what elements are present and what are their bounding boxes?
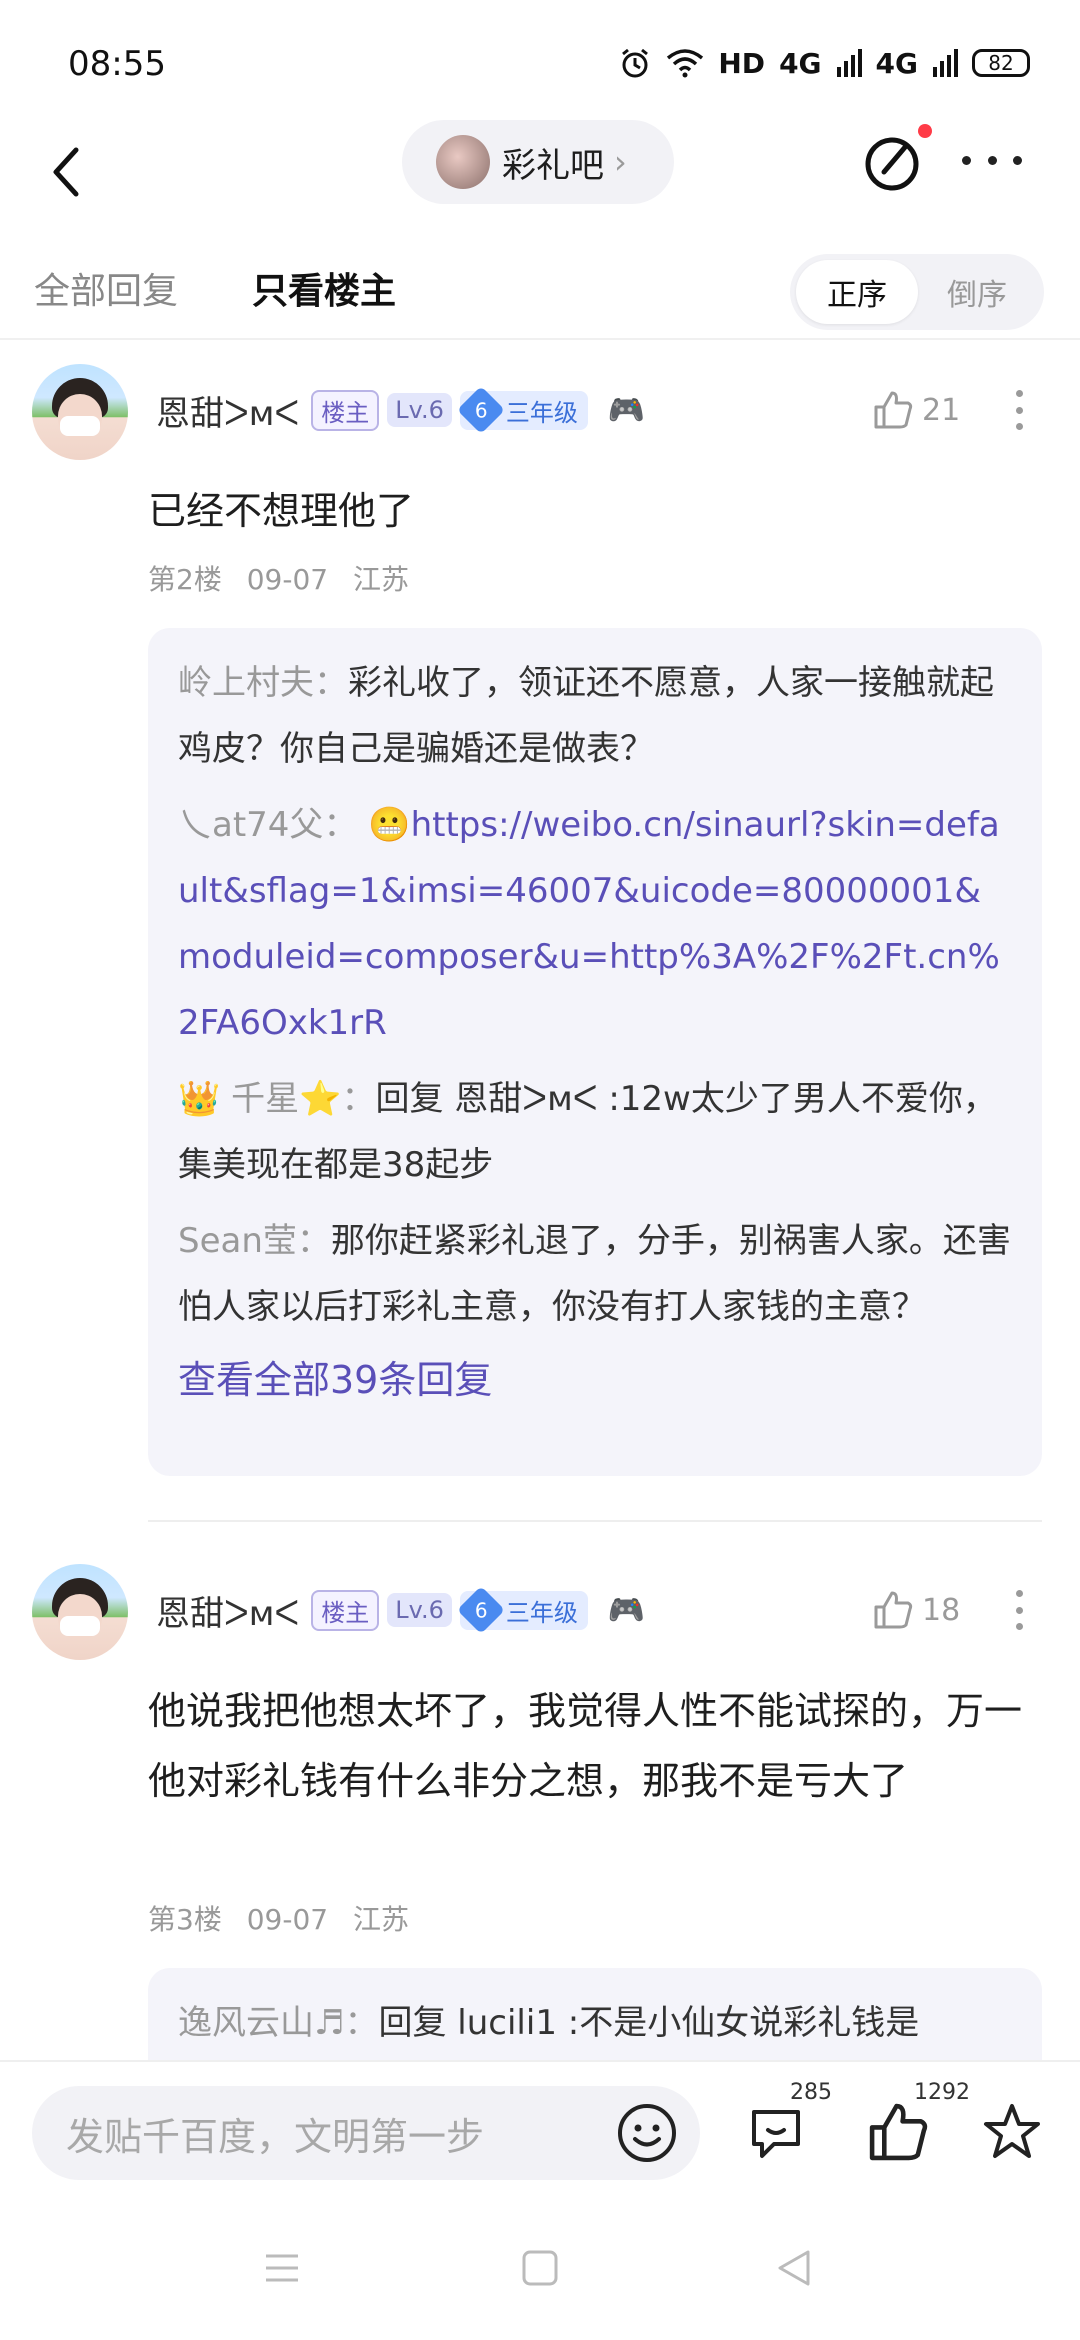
emoji-icon[interactable] (616, 2102, 678, 2164)
grade-badge: 6 三年级 (456, 385, 588, 435)
grade-number: 6 (474, 1597, 488, 1622)
reply-item[interactable]: Sean莹：那你赶紧彩礼退了，分手，别祸害人家。还害怕人家以后打彩礼主意，你没有… (178, 1208, 1012, 1340)
reply-author[interactable]: 👑 千星⭐ (178, 1079, 341, 1119)
level-badge: Lv.6 (387, 1593, 452, 1627)
post-date: 09-07 (246, 1903, 329, 1936)
tab-bar: 全部回复 只看楼主 正序 倒序 (0, 240, 1080, 340)
thumbs-up-icon (874, 391, 913, 429)
alarm-icon (622, 48, 649, 78)
like-count: 18 (922, 1592, 961, 1628)
gamepad-icon: 🎮 (607, 392, 646, 428)
post-location: 江苏 (353, 563, 410, 596)
forum-pill[interactable]: 彩礼吧 › (402, 120, 674, 204)
reply-author[interactable]: 逸风云山♬ (178, 2003, 344, 2043)
floor-number: 第3楼 (148, 1903, 222, 1936)
compose-input[interactable]: 发贴千百度，文明第一步 (32, 2086, 700, 2180)
home-icon[interactable] (520, 2248, 560, 2288)
tab-op-only[interactable]: 只看楼主 (252, 262, 396, 314)
sort-toggle: 正序 倒序 (790, 254, 1044, 330)
signal-bars-icon (836, 49, 862, 77)
post-date: 09-07 (246, 563, 329, 596)
signal-4g-2: 4G (875, 46, 918, 80)
reply-box: 岭上村夫：彩礼收了，领证还不愿意，人家一接触就起鸡皮？你自己是骗婚还是做表？ 乀… (148, 628, 1042, 1476)
signal-4g-1: 4G (779, 46, 822, 80)
post-more-icon[interactable] (1014, 390, 1024, 430)
status-icons: HD 4G 4G 82 (618, 46, 1030, 80)
reply-author[interactable]: Sean莹 (178, 1221, 297, 1261)
back-nav-icon[interactable] (774, 2248, 814, 2288)
post-location: 江苏 (353, 1903, 410, 1936)
grade-badge: 6 三年级 (456, 1585, 588, 1635)
post-meta: 第2楼 09-07 江苏 (148, 558, 425, 598)
username[interactable]: 恩甜ᐳᴍᐸ (156, 1586, 299, 1635)
status-time: 08:55 (68, 44, 166, 84)
grade-number: 6 (474, 397, 488, 422)
grade-label: 三年级 (505, 1598, 578, 1627)
forum-name: 彩礼吧 (502, 145, 604, 186)
like-button[interactable]: 21 (872, 380, 960, 440)
more-menu-icon[interactable] (962, 148, 1022, 172)
top-nav: 彩礼吧 › (0, 120, 1080, 240)
reply-emoji: 😬 (368, 805, 411, 845)
thread-like-count: 1292 (914, 2080, 970, 2105)
reply-text: 回复 lucili1 :不是小仙女说彩礼钱是 (378, 2003, 920, 2043)
sort-desc-button[interactable]: 倒序 (916, 260, 1038, 324)
chevron-right-icon: › (614, 143, 627, 181)
forum-avatar (436, 135, 490, 189)
reply-item[interactable]: 👑 千星⭐：回复 恩甜ᐳᴍᐸ :12w太少了男人不爱你，集美现在都是38起步 (178, 1066, 1012, 1198)
floor-number: 第2楼 (148, 563, 222, 596)
menu-icon[interactable] (262, 2248, 302, 2288)
like-thread-icon[interactable] (866, 2100, 930, 2164)
reply-author[interactable]: 乀at74父 (178, 805, 323, 845)
system-nav-bar (0, 2200, 1080, 2340)
grade-label: 三年级 (505, 398, 578, 427)
like-count: 21 (922, 392, 961, 428)
reply-item[interactable]: 岭上村夫：彩礼收了，领证还不愿意，人家一接触就起鸡皮？你自己是骗婚还是做表？ (178, 650, 1012, 782)
comment-icon[interactable] (744, 2100, 808, 2164)
back-arrow-icon[interactable] (40, 132, 100, 212)
level-badge: Lv.6 (387, 393, 452, 427)
avatar[interactable] (32, 364, 128, 460)
status-bar: 08:55 HD 4G 4G 82 (0, 0, 1080, 120)
post-more-icon[interactable] (1014, 1590, 1024, 1630)
thread-page: 08:55 HD 4G 4G 82 彩礼吧 › 全部回复 只看楼主 正序 倒序 (0, 0, 1080, 2340)
avatar[interactable] (32, 1564, 128, 1660)
username[interactable]: 恩甜ᐳᴍᐸ (156, 386, 299, 435)
view-all-replies-link[interactable]: 查看全部39条回复 (178, 1350, 1012, 1410)
sort-asc-button[interactable]: 正序 (796, 260, 918, 324)
op-badge: 楼主 (311, 1589, 380, 1631)
user-row: 恩甜ᐳᴍᐸ 楼主 Lv.6 6 三年级 🎮 (156, 1580, 645, 1640)
hd-label: HD (718, 46, 766, 80)
post-content: 已经不想理他了 (148, 489, 415, 533)
gamepad-icon: 🎮 (607, 1592, 646, 1628)
signal-bars-icon-2 (933, 49, 958, 77)
post-meta: 第3楼 09-07 江苏 (148, 1898, 425, 1938)
post-content: 他说我把他想太坏了，我觉得人性不能试探的，万一他对彩礼钱有什么非分之想，那我不是… (148, 1689, 1023, 1803)
battery-indicator: 82 (972, 49, 1030, 77)
thumbs-up-icon (874, 1591, 913, 1629)
edit-post-icon[interactable] (862, 130, 926, 194)
like-button[interactable]: 18 (872, 1580, 960, 1640)
star-icon[interactable] (980, 2100, 1044, 2164)
reply-item[interactable]: 乀at74父： 😬https://weibo.cn/sinaurl?skin=d… (178, 792, 1012, 1056)
reply-author[interactable]: 岭上村夫 (178, 663, 314, 703)
wifi-icon (667, 49, 704, 78)
comment-count: 285 (790, 2080, 832, 2105)
reply-item[interactable]: 逸风云山♬：回复 lucili1 :不是小仙女说彩礼钱是 (178, 1990, 1012, 2056)
notification-dot (918, 124, 932, 138)
op-badge: 楼主 (311, 389, 380, 431)
post-divider (148, 1520, 1042, 1522)
user-row: 恩甜ᐳᴍᐸ 楼主 Lv.6 6 三年级 🎮 (156, 380, 645, 440)
bottom-action-bar: 发贴千百度，文明第一步 285 1292 (0, 2060, 1080, 2200)
tab-all-replies[interactable]: 全部回复 (34, 262, 178, 314)
